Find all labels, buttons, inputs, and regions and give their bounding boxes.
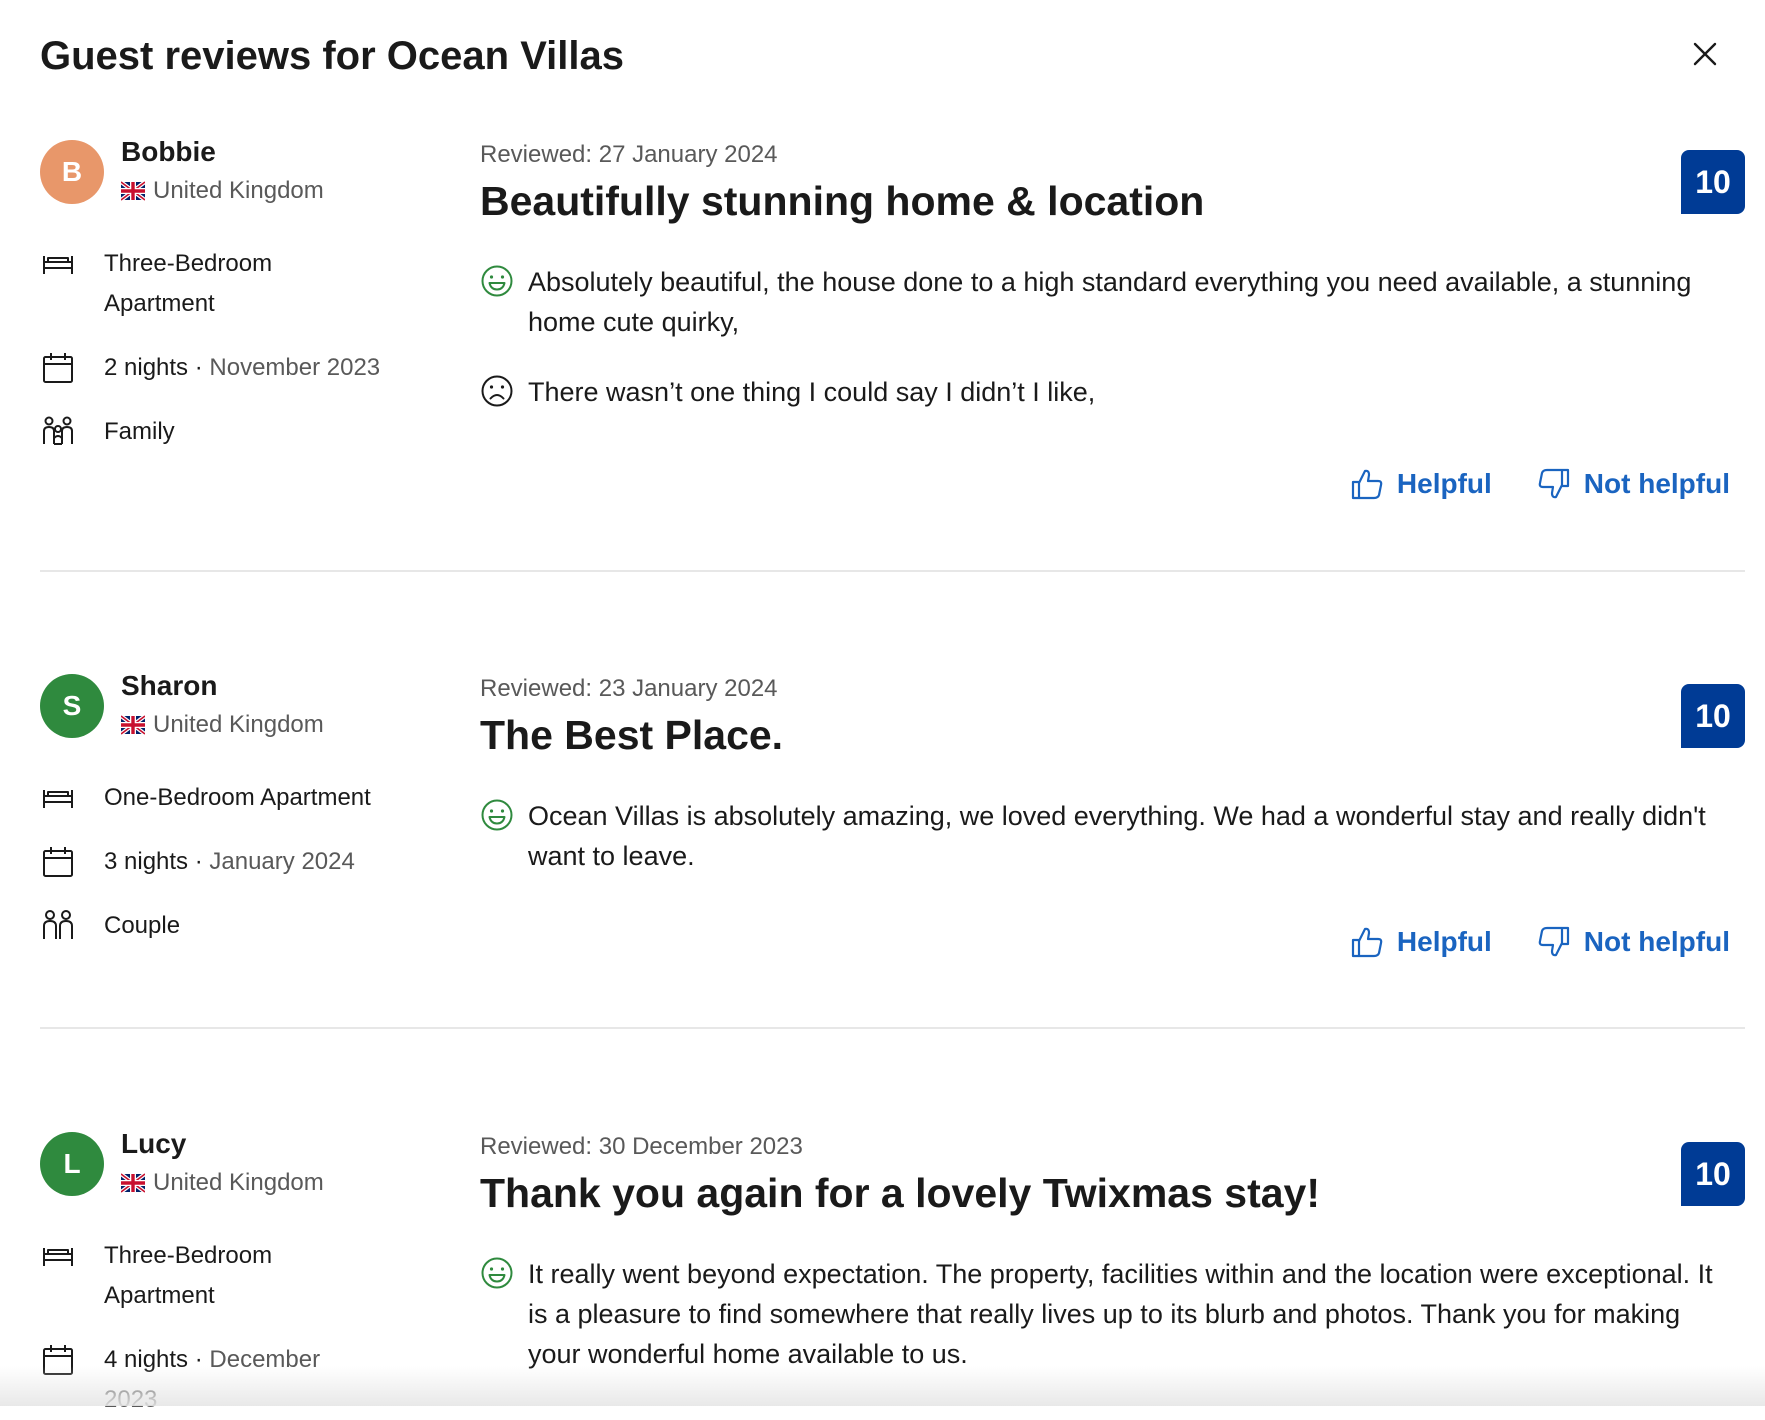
calendar-icon <box>40 844 76 880</box>
stay-date: November 2023 <box>209 354 381 381</box>
calendar-icon <box>40 350 76 386</box>
traveler-type-label: Family <box>104 418 175 445</box>
bed-icon <box>40 780 76 816</box>
review-title: Beautifully stunning home & location <box>480 178 1205 224</box>
bed-icon <box>40 1238 76 1274</box>
avatar: S <box>40 674 104 738</box>
thumbs-down-icon <box>1536 924 1572 960</box>
feedback-actions: Helpful Not helpful <box>1349 924 1730 960</box>
score-badge: 10 <box>1681 1142 1745 1206</box>
not-helpful-button[interactable]: Not helpful <box>1536 466 1730 502</box>
room-label: Three-Bedroom Apartment <box>104 250 273 317</box>
avatar: L <box>40 1132 104 1196</box>
liked-comment: Ocean Villas is absolutely amazing, we l… <box>528 801 1706 871</box>
score-badge: 10 <box>1681 150 1745 214</box>
stay-date: January 2024 <box>209 848 355 875</box>
feedback-actions: Helpful Not helpful <box>1349 466 1730 502</box>
room-label: Three-Bedroom Apartment <box>104 1242 273 1309</box>
smile-icon <box>480 264 514 298</box>
review-card: S Sharon United Kingdom One-Bedroom Apar… <box>40 670 1745 1004</box>
liked-comment: Absolutely beautiful, the house done to … <box>528 267 1692 337</box>
thumbs-up-icon <box>1349 466 1385 502</box>
disliked-comment: There wasn’t one thing I could say I did… <box>528 377 1096 407</box>
bed-icon <box>40 246 76 282</box>
country-label: United Kingdom <box>153 1169 324 1196</box>
scroll-fade <box>0 1366 1765 1406</box>
review-date: Reviewed: 23 January 2024 <box>480 675 778 702</box>
reviewer-country: United Kingdom <box>121 710 324 740</box>
stay-duration: 3 nights · January 2024 <box>40 842 414 882</box>
not-helpful-label: Not helpful <box>1583 468 1730 499</box>
divider <box>40 1027 1745 1029</box>
reviewer-name: Sharon <box>121 670 218 701</box>
disliked-text: There wasn’t one thing I could say I did… <box>480 372 1720 412</box>
country-label: United Kingdom <box>153 711 324 738</box>
review-date: Reviewed: 30 December 2023 <box>480 1133 803 1160</box>
uk-flag-icon <box>121 713 145 737</box>
avatar: B <box>40 140 104 204</box>
country-label: United Kingdom <box>153 177 324 204</box>
traveler-type: Family <box>40 412 414 452</box>
thumbs-down-icon <box>1536 466 1572 502</box>
helpful-button[interactable]: Helpful <box>1349 924 1492 960</box>
liked-text: Absolutely beautiful, the house done to … <box>480 262 1720 342</box>
reviewer-country: United Kingdom <box>121 176 324 206</box>
traveler-type-label: Couple <box>104 912 181 939</box>
review-date: Reviewed: 27 January 2024 <box>480 141 778 168</box>
review-title: Thank you again for a lovely Twixmas sta… <box>480 1170 1320 1216</box>
nights-label: 2 nights <box>104 354 189 381</box>
liked-text: It really went beyond expectation. The p… <box>480 1254 1720 1374</box>
frown-icon <box>480 374 514 408</box>
smile-icon <box>480 1256 514 1290</box>
not-helpful-button[interactable]: Not helpful <box>1536 924 1730 960</box>
review-card: L Lucy United Kingdom Three-Bedroom Apar… <box>40 1128 1745 1413</box>
stay-duration: 2 nights · November 2023 <box>40 348 414 388</box>
close-button[interactable] <box>1685 34 1725 74</box>
room-label: One-Bedroom Apartment <box>104 784 371 811</box>
family-icon <box>40 414 76 450</box>
traveler-type: Couple <box>40 906 414 946</box>
uk-flag-icon <box>121 179 145 203</box>
liked-comment: It really went beyond expectation. The p… <box>528 1259 1713 1369</box>
review-title: The Best Place. <box>480 712 784 758</box>
not-helpful-label: Not helpful <box>1583 926 1730 957</box>
modal-header: Guest reviews for Ocean Villas <box>40 30 1725 90</box>
helpful-label: Helpful <box>1396 926 1492 957</box>
score-badge: 10 <box>1681 684 1745 748</box>
reviewer-name: Bobbie <box>121 136 216 167</box>
thumbs-up-icon <box>1349 924 1385 960</box>
close-icon <box>1693 42 1717 66</box>
room-type: Three-Bedroom Apartment <box>40 244 304 324</box>
helpful-label: Helpful <box>1396 468 1492 499</box>
divider <box>40 570 1745 572</box>
smile-icon <box>480 798 514 832</box>
couple-icon <box>40 908 76 944</box>
liked-text: Ocean Villas is absolutely amazing, we l… <box>480 796 1720 876</box>
room-type: One-Bedroom Apartment <box>40 778 414 818</box>
nights-label: 3 nights <box>104 848 189 875</box>
page-title: Guest reviews for Ocean Villas <box>40 34 624 78</box>
room-type: Three-Bedroom Apartment <box>40 1236 304 1316</box>
uk-flag-icon <box>121 1171 145 1195</box>
reviewer-name: Lucy <box>121 1128 187 1159</box>
helpful-button[interactable]: Helpful <box>1349 466 1492 502</box>
reviewer-country: United Kingdom <box>121 1168 324 1198</box>
review-card: B Bobbie United Kingdom Three-Bedroom Ap… <box>40 136 1745 540</box>
